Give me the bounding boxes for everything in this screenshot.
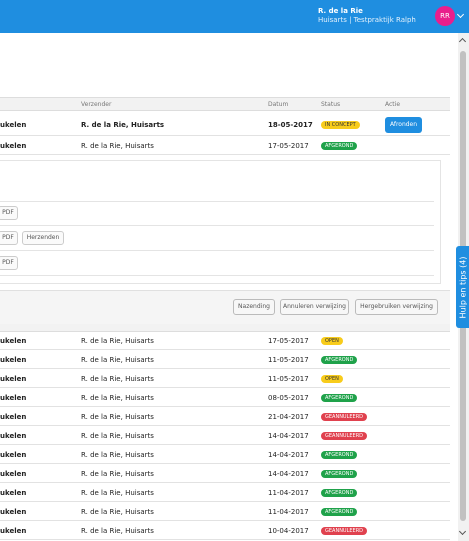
annuleren-verwijzing-button[interactable]: Annuleren verwijzing	[280, 299, 349, 315]
row-sender: R. de la Rie, Huisarts	[81, 337, 154, 345]
row-subject: ukelen	[0, 142, 27, 150]
status-badge: AFGEROND	[321, 451, 358, 459]
status-badge: GEANNULEERD	[321, 527, 368, 535]
pdf-button[interactable]: PDF	[0, 206, 18, 220]
row-date: 11-04-2017	[268, 508, 309, 516]
row-sender: R. de la Rie, Huisarts	[81, 508, 154, 516]
table-row[interactable]: ukelen R. de la Rie, Huisarts 17-05-2017…	[0, 332, 450, 350]
row-date: 11-05-2017	[268, 356, 309, 364]
column-header-status: Status	[321, 101, 341, 108]
row-date: 10-04-2017	[268, 527, 309, 535]
pdf-button[interactable]: PDF	[0, 231, 18, 245]
row-subject: ukelen	[0, 356, 27, 364]
avatar[interactable]: RR	[435, 6, 455, 26]
row-date: 17-05-2017	[268, 337, 309, 345]
table-row[interactable]: ukelen R. de la Rie, Huisarts 18-05-2017…	[0, 112, 450, 136]
row-sender: R. de la Rie, Huisarts	[81, 527, 154, 535]
status-badge: AFGEROND	[321, 394, 358, 402]
column-header-date: Datum	[268, 101, 289, 108]
divider	[0, 225, 434, 226]
row-sender: R. de la Rie, Huisarts	[81, 489, 154, 497]
row-subject: ukelen	[0, 413, 27, 421]
row-subject: ukelen	[0, 527, 27, 535]
row-subject: ukelen	[0, 451, 27, 459]
row-subject: ukelen	[0, 121, 27, 129]
row-subject: ukelen	[0, 432, 27, 440]
row-subject: ukelen	[0, 508, 27, 516]
nazending-button[interactable]: Nazending	[233, 299, 275, 315]
status-badge: AFGEROND	[321, 470, 358, 478]
row-sender: R. de la Rie, Huisarts	[81, 142, 154, 150]
help-tips-tab[interactable]: Hulp en tips (4)	[456, 246, 469, 328]
row-date: 14-04-2017	[268, 432, 309, 440]
divider	[0, 201, 434, 202]
chevron-down-icon[interactable]	[456, 10, 465, 19]
table-row[interactable]: ukelen R. de la Rie, Huisarts 10-04-2017…	[0, 522, 450, 540]
table-row[interactable]: ukelen R. de la Rie, Huisarts 14-04-2017…	[0, 427, 450, 445]
row-sender: R. de la Rie, Huisarts	[81, 451, 154, 459]
status-badge: AFGEROND	[321, 489, 358, 497]
row-date: 17-05-2017	[268, 142, 309, 150]
help-tips-label: Hulp en tips (4)	[458, 256, 468, 319]
user-name: R. de la Rie	[318, 7, 363, 15]
status-badge: GEANNULEERD	[321, 413, 368, 421]
status-badge: OPEN	[321, 337, 343, 345]
row-date: 14-04-2017	[268, 470, 309, 478]
afronden-button[interactable]: Afronden	[385, 117, 422, 133]
row-date: 11-04-2017	[268, 489, 309, 497]
status-badge: IN CONCEPT	[321, 121, 360, 129]
column-header-action: Actie	[385, 101, 401, 108]
row-date: 08-05-2017	[268, 394, 309, 402]
user-menu[interactable]: R. de la Rie Huisarts | Testpraktijk Ral…	[318, 7, 416, 25]
user-organisation: Huisarts | Testpraktijk Ralph	[318, 16, 416, 24]
row-subject: ukelen	[0, 470, 27, 478]
row-sender: R. de la Rie, Huisarts	[81, 121, 165, 129]
row-sender: R. de la Rie, Huisarts	[81, 375, 154, 383]
table-row[interactable]: ukelen R. de la Rie, Huisarts 17-05-2017…	[0, 137, 450, 155]
status-badge: GEANNULEERD	[321, 432, 368, 440]
herzenden-button[interactable]: Herzenden	[22, 231, 64, 245]
status-badge: AFGEROND	[321, 142, 358, 150]
table-row[interactable]: ukelen R. de la Rie, Huisarts 14-04-2017…	[0, 465, 450, 483]
hergebruiken-verwijzing-button[interactable]: Hergebruiken verwijzing	[355, 299, 438, 315]
status-badge: AFGEROND	[321, 356, 358, 364]
row-sender: R. de la Rie, Huisarts	[81, 413, 154, 421]
row-sender: R. de la Rie, Huisarts	[81, 432, 154, 440]
status-badge: AFGEROND	[321, 508, 358, 516]
table-row[interactable]: ukelen R. de la Rie, Huisarts 11-04-2017…	[0, 503, 450, 521]
top-bar: R. de la Rie Huisarts | Testpraktijk Ral…	[0, 0, 469, 33]
table-row[interactable]: ukelen R. de la Rie, Huisarts 11-05-2017…	[0, 351, 450, 369]
pdf-button[interactable]: PDF	[0, 256, 18, 270]
row-subject: ukelen	[0, 337, 27, 345]
table-row[interactable]: ukelen R. de la Rie, Huisarts 11-05-2017…	[0, 370, 450, 388]
scroll-down-icon[interactable]	[458, 527, 467, 536]
table-row[interactable]: ukelen R. de la Rie, Huisarts 14-04-2017…	[0, 446, 450, 464]
row-sender: R. de la Rie, Huisarts	[81, 470, 154, 478]
divider	[0, 275, 434, 276]
row-date: 14-04-2017	[268, 451, 309, 459]
row-sender: R. de la Rie, Huisarts	[81, 394, 154, 402]
table-header	[0, 324, 450, 332]
scroll-up-icon[interactable]	[458, 37, 467, 46]
row-date: 11-05-2017	[268, 375, 309, 383]
table-row[interactable]: ukelen R. de la Rie, Huisarts 11-04-2017…	[0, 484, 450, 502]
row-sender: R. de la Rie, Huisarts	[81, 356, 154, 364]
table-header: Verzender Datum Status Actie	[0, 97, 450, 111]
row-date: 21-04-2017	[268, 413, 309, 421]
status-badge: OPEN	[321, 375, 343, 383]
row-subject: ukelen	[0, 489, 27, 497]
table-row[interactable]: ukelen R. de la Rie, Huisarts 08-05-2017…	[0, 389, 450, 407]
detail-panel: PDF PDF Herzenden PDF	[0, 160, 441, 284]
divider	[0, 250, 434, 251]
row-subject: ukelen	[0, 394, 27, 402]
action-bar: Nazending Annuleren verwijzing Hergebrui…	[0, 290, 450, 324]
row-date: 18-05-2017	[268, 121, 313, 129]
table-row[interactable]: ukelen R. de la Rie, Huisarts 21-04-2017…	[0, 408, 450, 426]
column-header-sender: Verzender	[81, 101, 112, 108]
row-subject: ukelen	[0, 375, 27, 383]
